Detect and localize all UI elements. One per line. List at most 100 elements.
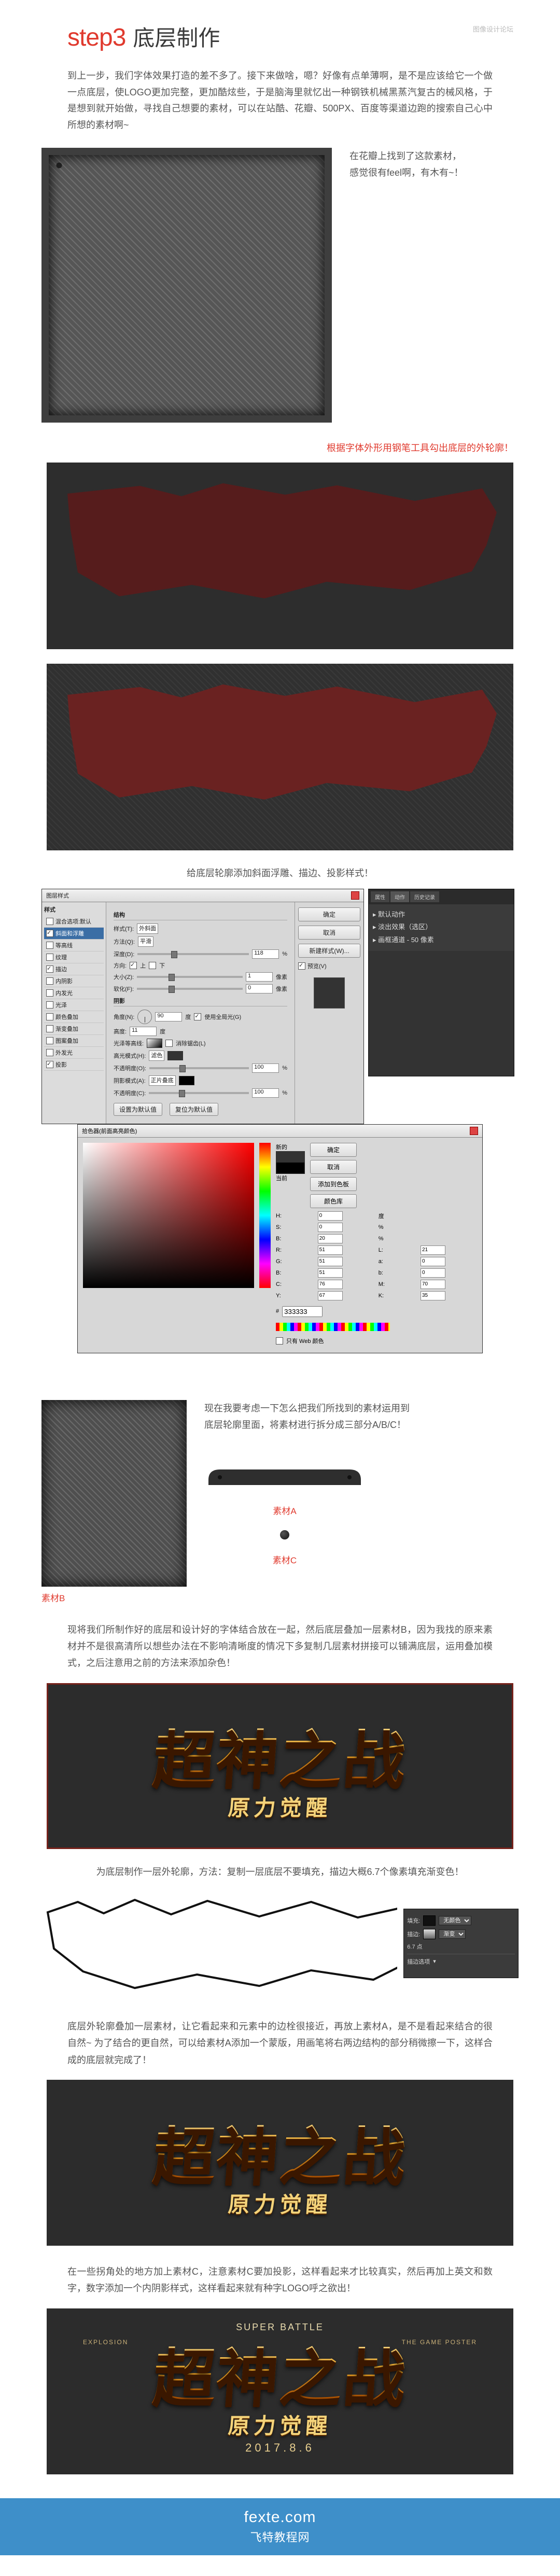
ps-style-option[interactable]: 渐变叠加 <box>44 1023 104 1035</box>
checkbox-icon[interactable] <box>46 965 53 973</box>
close-icon[interactable] <box>470 1127 478 1135</box>
inp-H[interactable] <box>318 1211 343 1221</box>
slider-soft[interactable] <box>137 988 243 990</box>
action-1[interactable]: ▸ 默认动作 <box>373 908 510 921</box>
input-soft[interactable]: 0 <box>246 984 273 993</box>
picker-lib[interactable]: 颜色库 <box>310 1194 357 1208</box>
select-method[interactable]: 平滑 <box>138 936 153 947</box>
label-method: 方法(Q): <box>114 937 135 946</box>
inp-a[interactable] <box>421 1257 445 1266</box>
checkbox-icon[interactable] <box>46 1061 53 1068</box>
inp-S[interactable] <box>318 1223 343 1232</box>
chk-global[interactable] <box>194 1013 201 1020</box>
inp-M[interactable] <box>421 1280 445 1289</box>
radio-down[interactable] <box>149 962 156 969</box>
checkbox-icon[interactable] <box>46 1049 53 1056</box>
metal-texture-image <box>41 148 332 423</box>
select-style[interactable]: 外斜面 <box>137 923 158 934</box>
ps-group-shadow: 阴影 <box>114 997 287 1006</box>
ps-style-option[interactable]: 内发光 <box>44 987 104 999</box>
checkbox-icon[interactable] <box>46 1037 53 1044</box>
cancel-button[interactable]: 取消 <box>298 926 360 940</box>
checkbox-icon[interactable] <box>46 930 53 937</box>
slider-sopac[interactable] <box>149 1092 249 1094</box>
ok-button[interactable]: 确定 <box>298 907 360 921</box>
mini-stroke-pt: 6.7 点 <box>407 1942 422 1951</box>
close-icon[interactable] <box>351 891 359 900</box>
logo-sub-1: 原力觉醒 <box>227 1790 333 1822</box>
logo-main-2: 超神之战 <box>150 2106 410 2196</box>
mini-fill-select[interactable]: 无颜色 <box>439 1916 471 1925</box>
slider-hopac[interactable] <box>149 1067 249 1069</box>
step-title: 底层制作 <box>133 21 220 52</box>
hcolor[interactable] <box>167 1051 183 1060</box>
mini-stroke-select[interactable]: 渐变 <box>439 1929 466 1939</box>
tab-actions[interactable]: 动作 <box>390 891 409 902</box>
inp-K[interactable] <box>421 1291 445 1300</box>
inp-Bc[interactable] <box>318 1268 343 1278</box>
lab-b: b: <box>379 1270 416 1276</box>
picker-cancel[interactable]: 取消 <box>310 1160 357 1174</box>
inp-b[interactable] <box>421 1268 445 1278</box>
slider-depth[interactable] <box>137 953 249 955</box>
input-alt[interactable]: 11 <box>130 1027 157 1036</box>
input-hopac[interactable]: 100 <box>252 1063 279 1073</box>
ps-style-option[interactable]: 斜面和浮雕 <box>44 928 104 940</box>
newstyle-button[interactable]: 新建样式(W)... <box>298 944 360 958</box>
radio-up[interactable] <box>130 962 137 969</box>
mini-fill-swatch[interactable] <box>423 1915 436 1926</box>
ps-style-option[interactable]: 光泽 <box>44 999 104 1011</box>
ps-style-option[interactable]: 图案叠加 <box>44 1035 104 1047</box>
ps-style-option[interactable]: 颜色叠加 <box>44 1011 104 1023</box>
inp-C[interactable] <box>318 1280 343 1289</box>
ps-style-option[interactable]: 投影 <box>44 1059 104 1071</box>
action-3[interactable]: ▸ 画框通道 - 50 像素 <box>373 934 510 947</box>
mini-stroke-swatch[interactable] <box>423 1929 436 1939</box>
picker-spectrum[interactable] <box>276 1323 390 1331</box>
ps-style-option[interactable]: 描边 <box>44 963 104 975</box>
picker-ok[interactable]: 确定 <box>310 1143 357 1157</box>
picker-add[interactable]: 添加到色板 <box>310 1177 357 1191</box>
checkbox-icon[interactable] <box>46 989 53 997</box>
checkbox-icon[interactable] <box>46 954 53 961</box>
tab-history[interactable]: 历史记录 <box>410 891 439 902</box>
select-hmode[interactable]: 滤色 <box>149 1051 164 1061</box>
input-angle[interactable]: 90 <box>155 1012 182 1021</box>
input-depth[interactable]: 118 <box>252 949 279 959</box>
btn-reset[interactable]: 复位为默认值 <box>170 1103 218 1116</box>
label-alt: 高度: <box>114 1027 127 1035</box>
select-smode[interactable]: 正片叠底 <box>149 1075 176 1086</box>
inp-B[interactable] <box>318 1234 343 1243</box>
ps-style-option[interactable]: 外发光 <box>44 1047 104 1059</box>
chk-anti[interactable] <box>165 1040 173 1047</box>
inp-R[interactable] <box>318 1245 343 1255</box>
scolor[interactable] <box>179 1076 194 1085</box>
checkbox-icon[interactable] <box>46 942 53 949</box>
btn-default[interactable]: 设置为默认值 <box>114 1103 162 1116</box>
input-size[interactable]: 1 <box>246 972 273 982</box>
ps-style-option[interactable]: 混合选项:默认 <box>44 916 104 928</box>
checkbox-icon[interactable] <box>46 1001 53 1009</box>
chk-web[interactable] <box>276 1337 283 1345</box>
picker-field[interactable] <box>83 1143 254 1288</box>
inp-Y[interactable] <box>318 1291 343 1300</box>
tab-props[interactable]: 属性 <box>371 891 389 902</box>
ps-style-option[interactable]: 纹理 <box>44 951 104 963</box>
picker-hue[interactable] <box>259 1143 271 1288</box>
ps-style-option[interactable]: 等高线 <box>44 940 104 951</box>
angle-dial[interactable] <box>137 1010 152 1024</box>
action-2[interactable]: ▸ 淡出效果（选区） <box>373 921 510 934</box>
input-sopac[interactable]: 100 <box>252 1088 279 1098</box>
checkbox-icon[interactable] <box>46 1013 53 1020</box>
slider-size[interactable] <box>137 976 243 978</box>
gloss-contour[interactable] <box>147 1039 162 1048</box>
inp-L[interactable] <box>421 1245 445 1255</box>
inp-G[interactable] <box>318 1257 343 1266</box>
checkbox-icon[interactable] <box>46 918 53 925</box>
ps-style-option[interactable]: 内阴影 <box>44 975 104 987</box>
inp-hex[interactable] <box>282 1306 323 1317</box>
unit-px2: 像素 <box>276 985 287 993</box>
checkbox-icon[interactable] <box>46 1025 53 1032</box>
checkbox-icon[interactable] <box>46 977 53 985</box>
chk-preview[interactable] <box>298 962 305 970</box>
